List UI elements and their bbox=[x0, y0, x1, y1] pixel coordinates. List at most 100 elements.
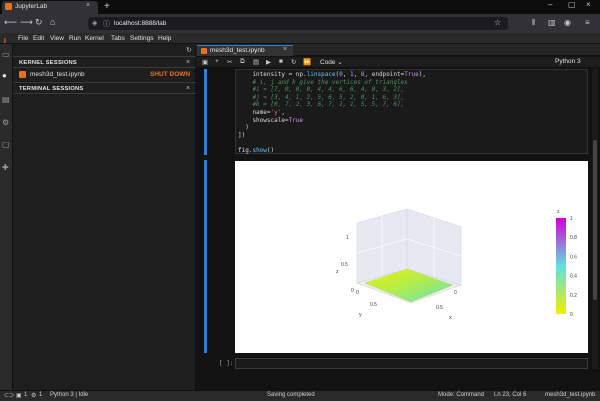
code-token: 'y' bbox=[270, 109, 282, 116]
insert-cell-icon[interactable]: + bbox=[215, 58, 219, 65]
hamburger-menu-icon[interactable]: ≡ bbox=[585, 18, 590, 27]
code-token: ), bbox=[418, 71, 426, 78]
extension-manager-icon[interactable]: ✚ bbox=[2, 163, 9, 172]
plot-svg[interactable]: 1 0.5 0 z 0.5 0 y 0 0.5 x z 1 0.8 0.6 0.4 0.… bbox=[235, 161, 588, 353]
url-text[interactable]: localhost:8888/lab bbox=[114, 20, 166, 27]
kernel-session-item[interactable]: mesh3d_test.ipynb bbox=[30, 71, 85, 78]
cursor-position[interactable]: Ln 23, Col 6 bbox=[494, 392, 526, 398]
shield-icon[interactable]: ◈ bbox=[92, 19, 97, 27]
code-token: , bbox=[281, 109, 285, 116]
menu-file[interactable]: File bbox=[18, 35, 28, 42]
cell-type-value: Code bbox=[320, 59, 336, 66]
code-token: # i, j and k give the vertices of triang… bbox=[238, 78, 408, 86]
divider bbox=[13, 67, 196, 68]
close-window-icon[interactable]: × bbox=[586, 0, 591, 9]
mode-indicator: Mode: Command bbox=[438, 392, 485, 398]
simple-mode-toggle[interactable]: ⊂⊃ bbox=[4, 392, 14, 399]
cell-collapser[interactable] bbox=[204, 69, 207, 155]
code-token: ]) bbox=[238, 131, 246, 139]
plotly-output[interactable]: 1 0.5 0 z 0.5 0 y 0 0.5 x z 1 0.8 0.6 0.4 0.… bbox=[235, 161, 588, 353]
property-inspector-icon[interactable]: ⚙ bbox=[2, 118, 9, 127]
save-status: Saving completed bbox=[267, 392, 315, 398]
menu-run[interactable]: Run bbox=[69, 35, 81, 42]
colorbar-tick-label: 0.6 bbox=[570, 254, 577, 260]
maximize-icon[interactable]: ▢ bbox=[568, 0, 576, 9]
code-line: fig.show() bbox=[238, 147, 274, 154]
cut-icon[interactable]: ✂ bbox=[227, 58, 232, 66]
shutdown-button[interactable]: SHUT DOWN bbox=[150, 71, 190, 78]
kernel-count[interactable]: 1 bbox=[39, 392, 42, 398]
terminal-count[interactable]: 1 bbox=[24, 392, 27, 398]
code-token: #k = [0, 7, 2, 3, 6, 7, 1, 1, 5, 5, 7, 6… bbox=[238, 101, 405, 109]
kernel-status[interactable]: Python 3 | Idle bbox=[50, 392, 88, 398]
colorbar-ticks: 1 0.8 0.6 0.4 0.2 0 bbox=[570, 216, 577, 318]
close-terminal-sessions-icon[interactable]: × bbox=[186, 85, 190, 92]
file-browser-icon[interactable]: ▭ bbox=[2, 50, 10, 59]
running-sessions-icon[interactable]: ● bbox=[2, 71, 7, 80]
code-line: showscale=True bbox=[238, 117, 303, 124]
menu-help[interactable]: Help bbox=[158, 35, 171, 42]
code-token: linspace bbox=[306, 71, 336, 78]
stop-icon[interactable]: ■ bbox=[279, 58, 283, 65]
terminal-sessions-heading: TERMINAL SESSIONS bbox=[19, 86, 84, 92]
back-icon[interactable]: ⟵ bbox=[4, 17, 17, 28]
cell-type-select[interactable]: Code ⌄ bbox=[320, 58, 343, 66]
menu-view[interactable]: View bbox=[50, 35, 64, 42]
notebook-icon bbox=[19, 71, 26, 78]
library-icon[interactable]: ⫴ bbox=[532, 18, 535, 28]
fast-forward-icon[interactable]: ⏩ bbox=[303, 58, 311, 66]
code-token: #i = [7, 0, 0, 0, 4, 4, 6, 6, 4, 0, 3, 2… bbox=[238, 86, 405, 94]
browser-tab-close-icon[interactable]: × bbox=[86, 2, 90, 9]
commands-icon[interactable]: ▤ bbox=[2, 95, 10, 104]
empty-code-cell[interactable] bbox=[235, 358, 588, 369]
notebook-tab-title[interactable]: mesh3d_test.ipynb bbox=[210, 47, 265, 54]
minimize-icon[interactable]: – bbox=[548, 0, 552, 9]
colorbar-tick-label: 0.4 bbox=[570, 274, 577, 280]
close-kernel-sessions-icon[interactable]: × bbox=[186, 59, 190, 66]
code-line: name='y', bbox=[238, 109, 285, 116]
menu-settings[interactable]: Settings bbox=[130, 35, 154, 42]
output-collapser[interactable] bbox=[204, 160, 207, 353]
z-tick-0: 0 bbox=[351, 288, 354, 294]
new-tab-icon[interactable]: + bbox=[104, 1, 110, 12]
code-token: showscale= bbox=[238, 116, 289, 124]
menu-edit[interactable]: Edit bbox=[33, 35, 44, 42]
notebook-tab-icon bbox=[201, 47, 207, 54]
kernel-name-label[interactable]: Python 3 bbox=[555, 58, 581, 65]
menu-kernel[interactable]: Kernel bbox=[85, 35, 104, 42]
status-filename: mesh3d_test.ipynb bbox=[545, 392, 596, 398]
run-icon[interactable]: ▶ bbox=[266, 58, 271, 66]
paste-icon[interactable]: ▤ bbox=[253, 58, 259, 66]
save-icon[interactable]: ▣ bbox=[202, 58, 208, 66]
kernel-count-icon: ⚙ bbox=[31, 393, 37, 399]
sidebar-toggle-icon[interactable]: ▥ bbox=[548, 18, 556, 27]
code-token: , bbox=[353, 71, 361, 78]
x-axis-label: x bbox=[449, 315, 452, 321]
colorbar-tick-label: 0 bbox=[570, 312, 573, 318]
code-line: intensity = np.linspace(0, 1, 8, endpoin… bbox=[238, 71, 426, 78]
y-tick-05: 0.5 bbox=[370, 302, 377, 308]
code-line: # i, j and k give the vertices of triang… bbox=[238, 78, 408, 86]
notebook-tab-close-icon[interactable]: × bbox=[283, 46, 287, 53]
jupyter-favicon bbox=[5, 3, 12, 10]
forward-icon[interactable]: ⟶ bbox=[20, 17, 33, 28]
reload-icon[interactable]: ↻ bbox=[35, 17, 43, 28]
colorbar-title: z bbox=[557, 209, 560, 215]
code-token: name= bbox=[238, 109, 271, 116]
bookmark-star-icon[interactable]: ☆ bbox=[494, 18, 501, 27]
info-icon[interactable]: ⓘ bbox=[103, 19, 110, 29]
x-tick-05: 0.5 bbox=[436, 305, 443, 311]
refresh-icon[interactable]: ↻ bbox=[186, 46, 192, 54]
code-token: #j = [3, 4, 1, 2, 5, 6, 5, 2, 0, 1, 6, 3… bbox=[238, 93, 405, 101]
menu-tabs[interactable]: Tabs bbox=[111, 35, 125, 42]
colorbar-tick-label: 0.2 bbox=[570, 293, 577, 299]
scrollbar-thumb[interactable] bbox=[593, 140, 597, 300]
colorbar-tick-label: 0.8 bbox=[570, 235, 577, 241]
home-icon[interactable]: ⌂ bbox=[50, 17, 55, 27]
restart-icon[interactable]: ↻ bbox=[291, 58, 296, 66]
copy-icon[interactable]: ⧉ bbox=[240, 58, 245, 66]
account-icon[interactable]: ◉ bbox=[564, 18, 571, 27]
code-line: #j = [3, 4, 1, 2, 5, 6, 5, 2, 0, 1, 6, 3… bbox=[238, 94, 404, 101]
code-token: () bbox=[266, 147, 275, 154]
tabs-icon[interactable]: ▢ bbox=[2, 140, 10, 149]
